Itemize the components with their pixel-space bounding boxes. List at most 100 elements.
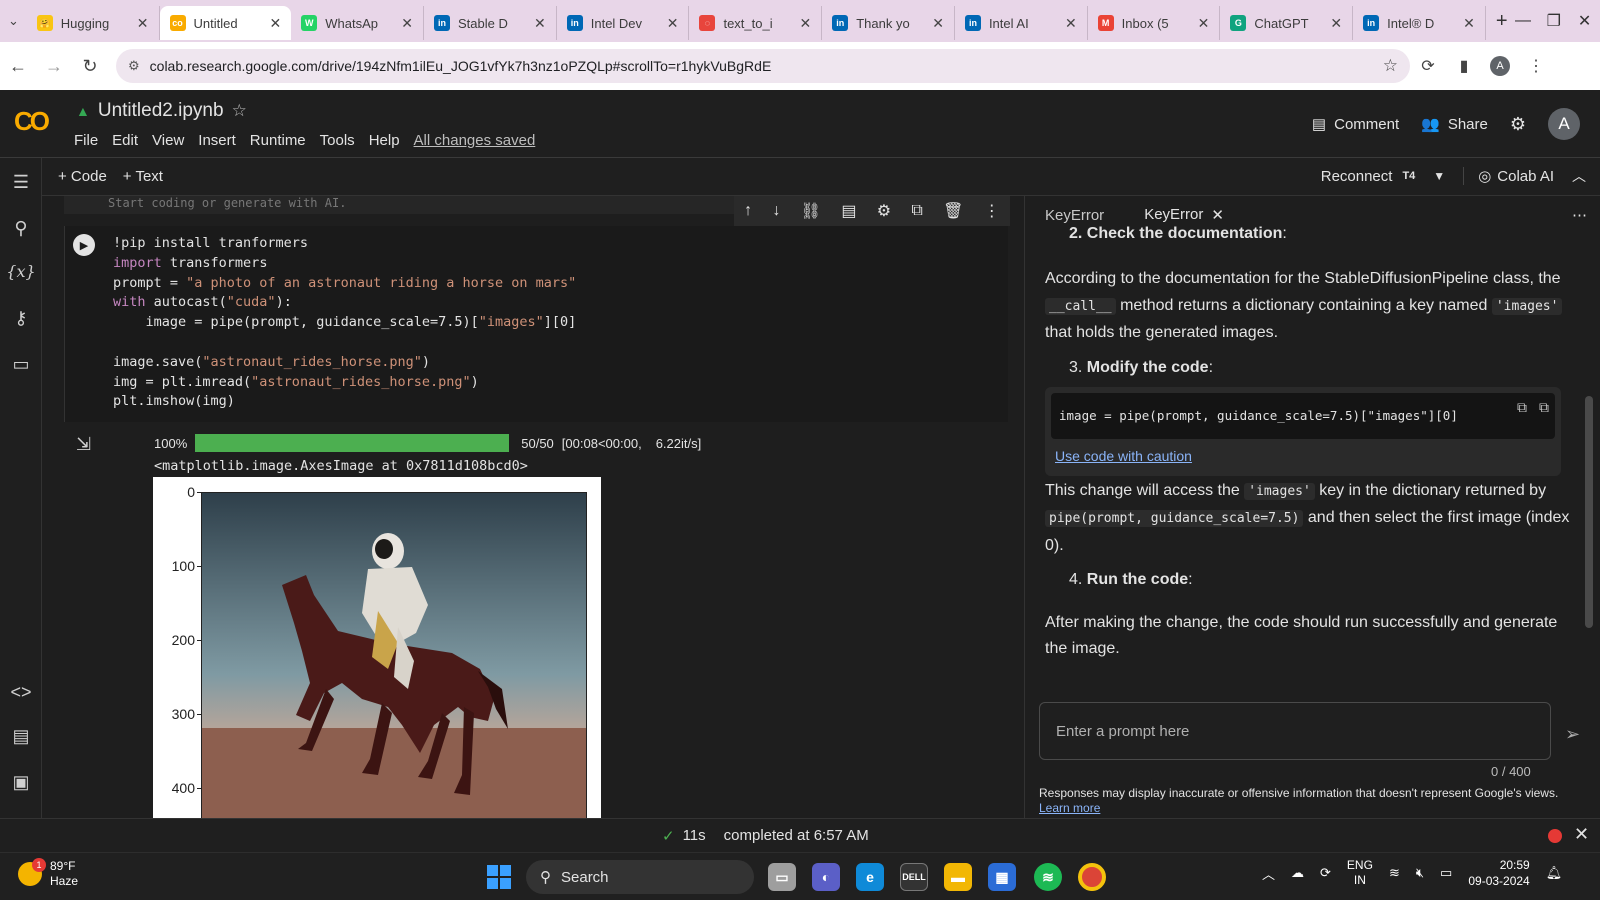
tab-close-icon[interactable]: ✕ (401, 15, 413, 32)
panel-scrollbar[interactable] (1585, 396, 1593, 628)
tab-close-icon[interactable]: ✕ (799, 15, 811, 32)
insert-code-icon[interactable]: ⧉ (1539, 395, 1549, 422)
reconnect-button[interactable]: Reconnect T4 (1321, 168, 1416, 185)
tab-close-icon[interactable]: ✕ (137, 15, 149, 32)
notebook-filename[interactable]: Untitled2.ipynb (98, 100, 224, 122)
files-folder-icon[interactable]: ▭ (0, 354, 42, 375)
star-icon[interactable]: ☆ (232, 101, 247, 121)
send-icon[interactable]: ➢ (1565, 724, 1580, 745)
collapse-header-icon[interactable]: ︿ (1572, 166, 1586, 186)
output-clear-icon[interactable]: ⇲ (76, 434, 91, 455)
use-code-with-caution-link[interactable]: Use code with caution (1051, 443, 1555, 470)
site-info-icon[interactable]: ⚙ (128, 58, 140, 74)
taskbar-search[interactable]: ⚲ Search (526, 860, 754, 894)
browser-tab[interactable]: M Inbox (5 ✕ (1088, 6, 1221, 40)
cell-settings-icon[interactable]: ⚙ (877, 201, 891, 221)
clock[interactable]: 20:59 09-03-2024 (1468, 857, 1529, 889)
browser-tab[interactable]: co Untitled ✕ (159, 6, 292, 40)
new-tab-button[interactable]: + (1496, 10, 1508, 33)
prompt-input[interactable]: Enter a prompt here (1039, 702, 1551, 760)
onedrive-cloud-icon[interactable]: ☁ (1291, 865, 1304, 881)
tab-close-icon[interactable]: ✕ (932, 15, 944, 32)
close-tab-icon[interactable]: ✕ (1211, 206, 1224, 224)
tab-search-button[interactable]: ⌄ (0, 13, 27, 29)
share-button[interactable]: 👥 Share (1421, 115, 1488, 134)
browser-tab[interactable]: W WhatsAp ✕ (291, 6, 424, 40)
add-text-button[interactable]: + Text (123, 168, 163, 185)
menu-tools[interactable]: Tools (320, 132, 355, 149)
menu-file[interactable]: File (74, 132, 98, 149)
tab-close-icon[interactable]: ✕ (1065, 15, 1077, 32)
code-editor[interactable]: !pip install tranformers import transform… (113, 234, 576, 412)
start-button[interactable] (487, 865, 511, 889)
menu-insert[interactable]: Insert (198, 132, 236, 149)
browser-tab[interactable]: in Intel® D ✕ (1353, 6, 1486, 40)
table-of-contents-icon[interactable]: ☰ (0, 172, 42, 193)
language-indicator[interactable]: ENG IN (1347, 858, 1373, 888)
browser-tab[interactable]: G ChatGPT ✕ (1220, 6, 1354, 40)
search-icon[interactable]: ⚲ (0, 218, 42, 239)
browser-tab[interactable]: 🤗 Hugging ✕ (27, 6, 160, 40)
close-status-icon[interactable]: ✕ (1574, 824, 1589, 845)
secrets-key-icon[interactable]: ⚷ (0, 308, 42, 329)
learn-more-link[interactable]: Learn more (1039, 801, 1100, 815)
settings-gear-icon[interactable]: ⚙ (1510, 114, 1526, 135)
comment-button[interactable]: ▤ Comment (1312, 115, 1399, 134)
close-window-icon[interactable]: ✕ (1569, 11, 1600, 31)
tab-close-icon[interactable]: ✕ (534, 15, 546, 32)
comment-cell-icon[interactable]: ▤ (841, 201, 856, 221)
delete-cell-icon[interactable]: 🗑 (943, 201, 963, 221)
speaker-muted-icon[interactable]: 🔇︎ (1416, 865, 1424, 881)
colab-ai-button[interactable]: ◎ Colab AI (1463, 167, 1554, 185)
panel-tab-keyerror-2[interactable]: KeyError ✕ (1124, 206, 1244, 224)
tab-close-icon[interactable]: ✕ (1198, 15, 1210, 32)
microsoft-store-icon[interactable]: ▦ (988, 863, 1016, 891)
side-panel-icon[interactable]: ▮ (1446, 56, 1482, 76)
sync-icon[interactable]: ⟳ (1320, 865, 1331, 881)
bookmark-star-icon[interactable]: ☆ (1383, 56, 1398, 76)
wifi-icon[interactable]: ≋ (1389, 865, 1400, 881)
browser-menu-icon[interactable]: ⋮ (1518, 56, 1554, 76)
browser-tab[interactable]: in Thank yo ✕ (822, 6, 955, 40)
file-explorer-icon[interactable]: ▬ (944, 863, 972, 891)
tab-close-icon[interactable]: ✕ (667, 15, 679, 32)
task-view-icon[interactable]: ▭ (768, 863, 796, 891)
back-button[interactable]: ← (0, 56, 36, 77)
edge-browser-icon[interactable]: e (856, 863, 884, 891)
browser-tab[interactable]: in Intel Dev ✕ (557, 6, 690, 40)
move-up-icon[interactable]: ↑ (744, 202, 752, 220)
command-palette-icon[interactable]: ▤ (0, 726, 42, 747)
tab-close-icon[interactable]: ✕ (1330, 15, 1342, 32)
teams-chat-icon[interactable]: ◐ (812, 863, 840, 891)
profile-avatar-icon[interactable]: A (1482, 56, 1518, 76)
menu-edit[interactable]: Edit (112, 132, 138, 149)
notification-bell-icon[interactable]: 🔔︎ (1546, 865, 1563, 881)
colab-logo[interactable]: CO (14, 106, 50, 137)
link-icon[interactable]: ⛓ (801, 201, 821, 221)
code-snippets-icon[interactable]: <> (0, 682, 42, 703)
browser-tab[interactable]: ◌ text_to_i ✕ (689, 6, 823, 40)
variables-icon[interactable]: {x} (0, 262, 42, 281)
spotify-icon[interactable]: ≋ (1034, 863, 1062, 891)
account-avatar[interactable]: A (1548, 108, 1580, 140)
battery-icon[interactable]: ▭ (1440, 865, 1452, 881)
reload-button[interactable]: ↻ (72, 56, 108, 77)
restore-icon[interactable]: ❐ (1538, 11, 1569, 31)
minimize-icon[interactable]: — (1508, 12, 1539, 30)
browser-tab[interactable]: in Intel AI ✕ (955, 6, 1088, 40)
mirror-cell-icon[interactable]: ⧉ (911, 202, 922, 220)
terminal-icon[interactable]: ▣ (0, 772, 42, 793)
url-bar[interactable]: ⚙ colab.research.google.com/drive/194zNf… (116, 49, 1410, 83)
forward-button[interactable]: → (36, 56, 72, 77)
tab-close-icon[interactable]: ✕ (1463, 15, 1475, 32)
menu-runtime[interactable]: Runtime (250, 132, 306, 149)
chrome-icon[interactable] (1078, 863, 1106, 891)
menu-view[interactable]: View (152, 132, 184, 149)
execution-status[interactable]: ✓ 11s (662, 827, 706, 845)
dell-icon[interactable]: DELL (900, 863, 928, 891)
run-cell-button[interactable]: ▶ (73, 234, 95, 256)
extensions-icon[interactable]: ⟳ (1410, 56, 1446, 76)
weather-widget[interactable]: 1 89°F Haze (18, 858, 78, 889)
more-options-icon[interactable]: ⋮ (984, 201, 1000, 221)
move-down-icon[interactable]: ↓ (772, 202, 780, 220)
